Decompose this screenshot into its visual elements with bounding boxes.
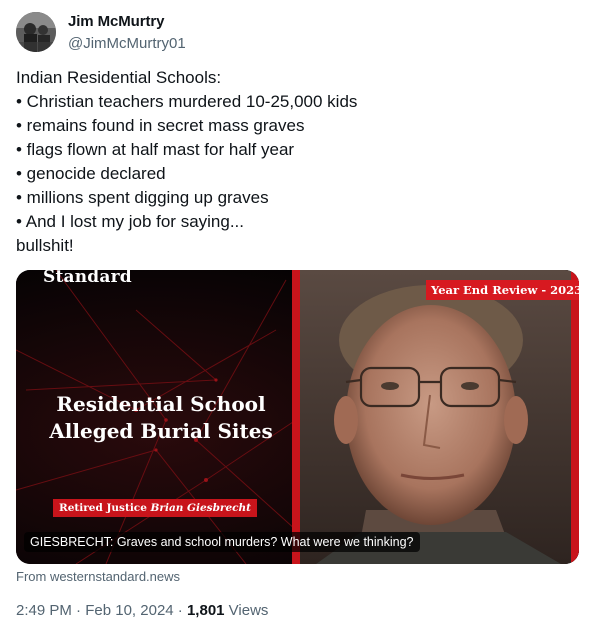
justice-prefix: Retired Justice xyxy=(59,502,147,514)
brand-logo: Standard xyxy=(43,270,132,287)
tweet-line: • remains found in secret mass graves xyxy=(16,116,305,135)
justice-name: Brian Giesbrecht xyxy=(150,502,252,514)
meta-separator: · xyxy=(173,602,187,619)
justice-badge: Retired Justice Brian Giesbrecht xyxy=(53,499,258,517)
headline-line: Residential School xyxy=(56,392,266,416)
link-source[interactable]: From westernstandard.news xyxy=(16,569,180,584)
tweet-text: Indian Residential Schools: • Christian … xyxy=(16,66,586,258)
tweet-header: Jim McMurtry @JimMcMurtry01 xyxy=(16,12,596,56)
tweet-line: • millions spent digging up graves xyxy=(16,188,269,207)
views-label: Views xyxy=(224,602,269,619)
meta-separator: · xyxy=(71,602,86,619)
author-handle[interactable]: @JimMcMurtry01 xyxy=(68,35,186,52)
views-count[interactable]: 1,801 xyxy=(187,602,225,619)
avatar[interactable] xyxy=(16,12,56,52)
tweet-line: • flags flown at half mast for half year xyxy=(16,140,295,159)
tweet-date[interactable]: Feb 10, 2024 xyxy=(85,602,173,619)
tweet-line: • And I lost my job for saying... xyxy=(16,212,244,231)
tweet-line: Indian Residential Schools: xyxy=(16,68,222,87)
card-caption[interactable]: GIESBRECHT: Graves and school murders? W… xyxy=(24,532,420,552)
tweet-line: • Christian teachers murdered 10-25,000 … xyxy=(16,92,358,111)
tweet-line: • genocide declared xyxy=(16,164,166,183)
author-name[interactable]: Jim McMurtry xyxy=(68,13,164,30)
tweet-meta: 2:49 PM · Feb 10, 2024 · 1,801 Views xyxy=(16,602,268,619)
tweet-time[interactable]: 2:49 PM xyxy=(16,602,72,619)
card-headline: Residential School Alleged Burial Sites xyxy=(36,391,286,445)
tweet-line: bullshit! xyxy=(16,236,74,255)
year-review-badge: Year End Review - 2023 xyxy=(426,280,579,300)
link-card[interactable]: Standard Year End Review - 2023 Resident… xyxy=(16,270,579,564)
headline-line: Alleged Burial Sites xyxy=(49,419,273,443)
